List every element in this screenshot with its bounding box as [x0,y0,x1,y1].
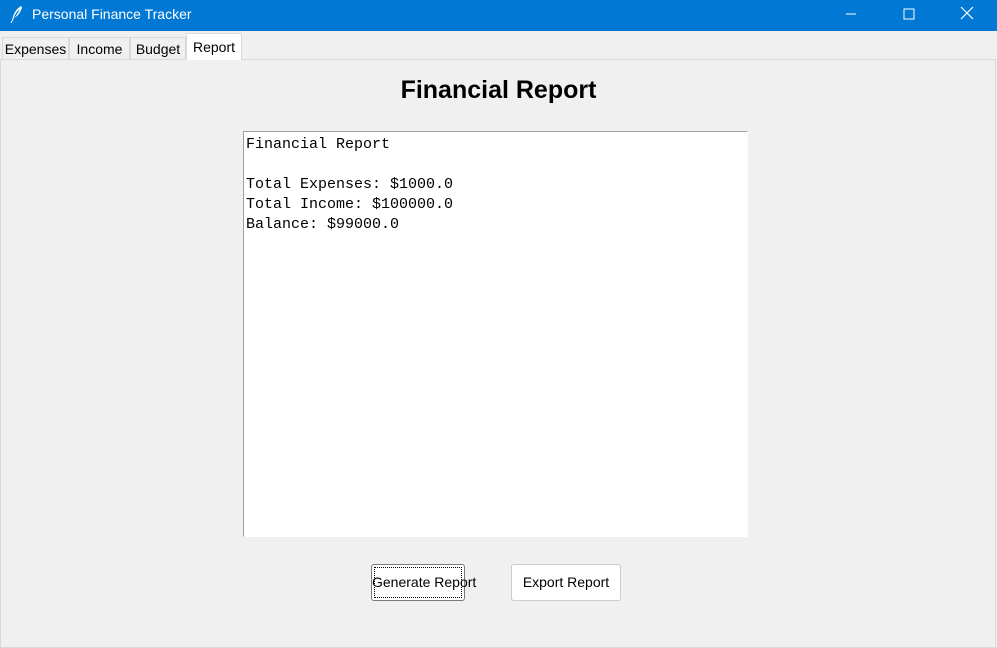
app-window: Personal Finance Tracker Expenses Income… [0,0,997,648]
tab-report[interactable]: Report [186,33,242,60]
report-text-area[interactable]: Financial Report Total Expenses: $1000.0… [243,131,748,537]
window-title: Personal Finance Tracker [32,6,192,22]
tab-budget[interactable]: Budget [130,37,186,59]
report-line: Financial Report [246,136,391,153]
generate-report-button[interactable]: Generate Report [371,564,476,601]
report-line: Total Income: $100000.0 [246,196,454,213]
minimize-button[interactable] [822,0,880,31]
tab-bar: Expenses Income Budget Report [0,31,997,60]
feather-icon [10,5,24,24]
close-button[interactable] [938,0,996,31]
export-report-label: Export Report [522,574,610,590]
maximize-icon [903,7,915,25]
tab-expenses[interactable]: Expenses [2,37,69,59]
minimize-icon [845,7,857,25]
generate-report-label: Generate Report [372,574,477,590]
export-report-button[interactable]: Export Report [511,564,621,601]
maximize-button[interactable] [880,0,938,31]
report-line: Balance: $99000.0 [246,216,400,233]
title-bar[interactable]: Personal Finance Tracker [0,0,997,31]
report-line: Total Expenses: $1000.0 [246,176,454,193]
close-icon [960,6,974,25]
tab-income[interactable]: Income [69,37,130,59]
page-title: Financial Report [400,76,597,104]
report-line [246,155,747,175]
